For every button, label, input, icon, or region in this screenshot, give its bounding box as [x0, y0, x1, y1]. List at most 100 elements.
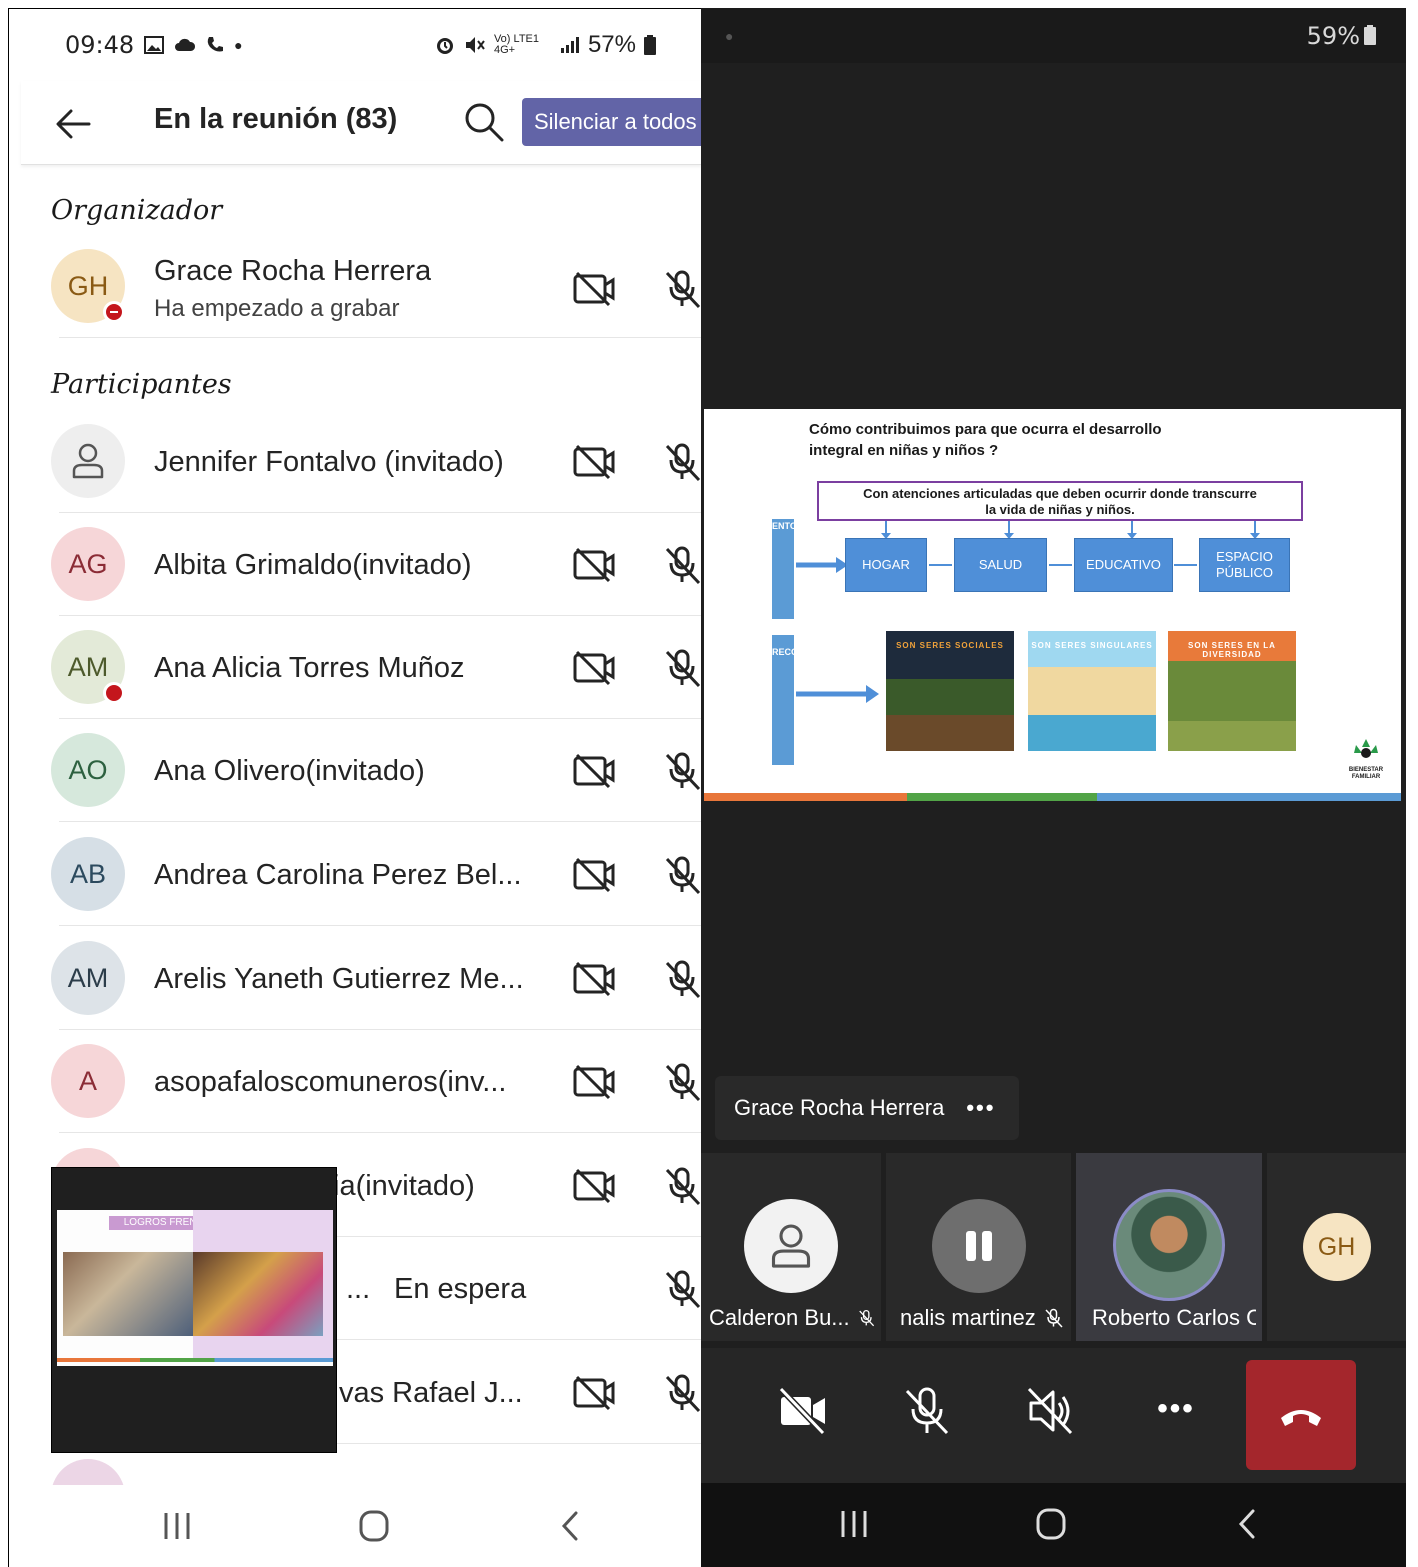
avatar	[51, 424, 125, 498]
list-item[interactable]: AM Arelis Yaneth Gutierrez Me...	[9, 927, 701, 1030]
avatar: AG	[51, 527, 125, 601]
mic-off-icon	[665, 270, 701, 309]
presenter-name-bar[interactable]: Grace Rocha Herrera •••	[715, 1076, 1019, 1140]
cloud-icon	[175, 38, 196, 51]
avatar: GH	[1302, 1213, 1371, 1281]
avatar	[744, 1199, 838, 1293]
camera-off-icon	[573, 444, 615, 480]
entornos-label: ENTORNOS	[772, 519, 823, 619]
participant-name: Albita Grimaldo(invitado)	[154, 549, 472, 581]
android-nav-bar	[9, 1485, 701, 1567]
mic-off-icon	[665, 546, 701, 585]
organizer-heading: Organizador	[51, 195, 223, 226]
video-tile[interactable]: nalis martinez	[886, 1153, 1071, 1341]
participant-name: Arelis Yaneth Gutierrez Me...	[154, 963, 524, 995]
participant-name: Andrea Carolina Perez Bel...	[154, 859, 522, 891]
participants-pane: 09:48 ● Vo) LTE1 4G+ 57% En la reunión (…	[8, 8, 701, 1567]
camera-off-button[interactable]	[775, 1383, 831, 1439]
presenter-name: Grace Rocha Herrera	[734, 1095, 945, 1120]
list-item[interactable]: AM Ana Alicia Torres Muñoz	[9, 616, 701, 719]
back-icon[interactable]	[546, 1501, 596, 1551]
list-item[interactable]: A asopafaloscomuneros(inv...	[9, 1030, 701, 1133]
recent-apps-icon[interactable]	[152, 1501, 202, 1551]
mic-off-icon	[665, 1270, 701, 1309]
participant-name: Ana Olivero(invitado)	[154, 755, 425, 787]
network-label: Vo) LTE1 4G+	[493, 33, 539, 56]
mic-off-icon	[665, 752, 701, 791]
video-tile[interactable]: Roberto Carlos C	[1076, 1153, 1262, 1341]
home-icon[interactable]	[1026, 1499, 1076, 1549]
camera-off-icon	[573, 547, 615, 583]
hang-up-icon	[1281, 1410, 1321, 1426]
gallery-icon	[144, 36, 165, 54]
hang-up-button[interactable]	[1246, 1360, 1356, 1470]
video-tile[interactable]: Calderon Bu...	[701, 1153, 881, 1341]
picture-in-picture-window[interactable]: LOGROS FRENTE AL TEMA PRIORIZADO	[51, 1167, 337, 1453]
video-tile[interactable]: GH	[1267, 1153, 1406, 1341]
more-options-button[interactable]: •••	[1148, 1383, 1204, 1439]
camera-off-icon	[573, 753, 615, 789]
tile-name: nalis martinez	[900, 1305, 1036, 1330]
search-icon[interactable]	[461, 99, 507, 145]
participants-heading: Participantes	[51, 369, 232, 400]
reconocer-label: RECONOCER	[772, 635, 831, 765]
meeting-stage: ● 59% Cómo contribuimos para que ocurra …	[701, 8, 1406, 1567]
recent-apps-icon[interactable]	[829, 1499, 879, 1549]
illustration-social: SON SERES SOCIALES	[886, 631, 1014, 751]
list-item[interactable]: AG Albita Grimaldo(invitado)	[9, 513, 701, 616]
participant-name: vas Rafael J...	[339, 1377, 523, 1409]
mic-off-icon	[665, 960, 701, 999]
list-item[interactable]: AB Andrea Carolina Perez Bel...	[9, 823, 701, 926]
family-photo-1	[63, 1252, 193, 1336]
battery-level: 59%	[1306, 21, 1360, 50]
participant-name: Jennifer Fontalvo (invitado)	[154, 446, 504, 478]
android-nav-bar	[701, 1483, 1406, 1567]
do-not-disturb-icon	[103, 301, 125, 323]
person-icon	[771, 1224, 811, 1268]
camera-off-icon	[573, 1375, 615, 1411]
mic-off-button[interactable]	[899, 1383, 955, 1439]
logo-text: BIENESTAR FAMILIAR	[1348, 767, 1384, 780]
illustration-diversity: SON SERES EN LA DIVERSIDAD	[1168, 631, 1296, 751]
dot-icon: ●	[234, 37, 243, 53]
more-options-icon[interactable]: •••	[966, 1095, 995, 1121]
setting-hogar: HOGAR	[845, 538, 927, 592]
battery-icon	[644, 35, 656, 55]
avatar: AB	[51, 837, 125, 911]
pip-slide: LOGROS FRENTE AL TEMA PRIORIZADO	[57, 1210, 333, 1366]
avatar: A	[51, 1044, 125, 1118]
back-arrow-icon[interactable]	[51, 101, 97, 147]
back-icon[interactable]	[1223, 1499, 1273, 1549]
list-item[interactable]: AO Ana Olivero(invitado)	[9, 719, 701, 822]
speaker-off-button[interactable]	[1023, 1383, 1079, 1439]
organizer-row[interactable]: GH Grace Rocha Herrera Ha empezado a gra…	[9, 235, 701, 338]
phone-icon	[207, 37, 224, 52]
mic-off-icon	[858, 1309, 874, 1327]
illustration-singular: SON SERES SINGULARES	[1028, 631, 1156, 751]
status-bar: 09:48 ● Vo) LTE1 4G+ 57%	[9, 9, 701, 81]
home-icon[interactable]	[349, 1501, 399, 1551]
shared-presentation-slide: Cómo contribuimos para que ocurra el des…	[704, 409, 1401, 801]
paused-icon	[965, 1231, 992, 1261]
mic-off-icon	[665, 1167, 701, 1206]
status-time: 09:48	[65, 31, 135, 59]
tile-name: Calderon Bu...	[709, 1305, 850, 1330]
signal-icon	[560, 37, 579, 53]
avatar-photo	[1113, 1189, 1225, 1301]
mic-off-icon	[665, 1374, 701, 1413]
participant-name: ia(invitado)	[333, 1170, 475, 1202]
mic-off-icon	[665, 856, 701, 895]
setting-espacio-publico: ESPACIO PÚBLICO	[1199, 538, 1290, 592]
camera-off-icon	[573, 1064, 615, 1100]
setting-salud: SALUD	[954, 538, 1047, 592]
mic-off-icon	[665, 649, 701, 688]
mute-all-button[interactable]: Silenciar a todos	[522, 98, 701, 146]
participant-name: ...	[346, 1273, 371, 1305]
mic-off-icon	[665, 1063, 701, 1102]
participant-name: Ana Alicia Torres Muñoz	[154, 652, 465, 684]
busy-status-icon	[103, 682, 125, 704]
waiting-status: En espera	[394, 1273, 527, 1305]
list-item[interactable]: Jennifer Fontalvo (invitado)	[9, 410, 701, 513]
battery-level: 57%	[587, 31, 636, 58]
camera-off-icon	[573, 650, 615, 686]
